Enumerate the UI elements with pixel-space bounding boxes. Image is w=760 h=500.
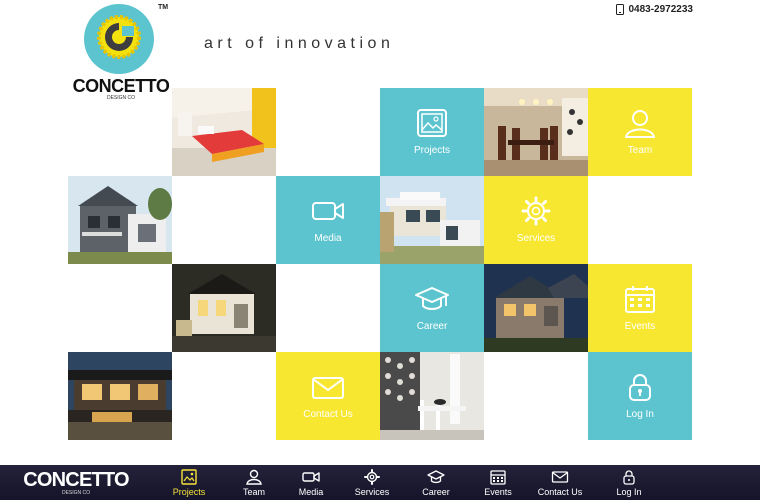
lock-icon [629, 374, 651, 401]
services-tile-label: Services [516, 233, 556, 244]
picture-icon [417, 109, 447, 137]
bottom-navbar: CONCETTO DESIGN CO Projects Team Media S… [0, 465, 760, 500]
person-icon [246, 469, 262, 485]
tile-grid: Projects Team Media Services Career Even… [68, 88, 693, 440]
graduation-cap-icon [427, 469, 445, 483]
nav-label-contact-us: Contact Us [537, 486, 583, 497]
navbar-logo[interactable]: CONCETTO DESIGN CO [0, 465, 152, 500]
modern-facade-photo[interactable] [68, 352, 172, 440]
brand-logo[interactable]: TM CONCETTO DESIGN CO [66, 4, 176, 101]
navbar-brand-subtitle: DESIGN CO [61, 489, 91, 496]
dusk-house-image [484, 264, 588, 352]
modern-villa-image [380, 176, 484, 264]
nav-item-team[interactable]: Team [226, 465, 282, 500]
calendar-icon [490, 469, 506, 485]
phone-number: 0483-2972233 [628, 4, 693, 15]
tagline: art of innovation [204, 35, 395, 52]
nav-item-contact-us[interactable]: Contact Us [528, 465, 592, 500]
dusk-house-photo[interactable] [484, 264, 588, 352]
team-tile[interactable]: Team [588, 88, 692, 176]
bedroom-image [172, 88, 276, 176]
nav-label-services: Services [354, 486, 390, 497]
log-in-tile-label: Log In [626, 409, 654, 420]
events-tile-label: Events [624, 321, 656, 332]
gear-icon [521, 196, 551, 226]
nav-label-career: Career [422, 486, 450, 497]
dining-room-photo[interactable] [484, 88, 588, 176]
team-tile-label: Team [627, 145, 653, 156]
contact-us-tile[interactable]: Contact Us [276, 352, 380, 440]
person-icon [624, 110, 656, 138]
interior-photo[interactable] [380, 352, 484, 440]
nav-label-projects: Projects [172, 486, 206, 497]
navbar-items: Projects Team Media Services Career Even… [152, 465, 666, 500]
brand-logo-mark [84, 4, 154, 74]
nav-item-services[interactable]: Services [340, 465, 404, 500]
services-tile[interactable]: Services [484, 176, 588, 264]
modern-facade-image [68, 352, 172, 440]
picture-icon [181, 468, 197, 485]
graduation-cap-icon [415, 287, 449, 310]
video-camera-icon [302, 471, 320, 482]
bedroom-photo[interactable] [172, 88, 276, 176]
envelope-icon [312, 377, 344, 399]
envelope-icon [551, 470, 569, 483]
house-exterior-photo[interactable] [68, 176, 172, 264]
nav-item-events[interactable]: Events [468, 465, 528, 500]
career-tile[interactable]: Career [380, 264, 484, 352]
projects-tile-label: Projects [413, 145, 451, 156]
log-in-tile[interactable]: Log In [588, 352, 692, 440]
media-tile[interactable]: Media [276, 176, 380, 264]
nav-item-career[interactable]: Career [404, 465, 468, 500]
mobile-phone-icon [616, 4, 625, 15]
events-tile[interactable]: Events [588, 264, 692, 352]
night-house-photo[interactable] [172, 264, 276, 352]
contact-phone[interactable]: 0483-2972233 [616, 4, 693, 15]
contact-us-tile-label: Contact Us [303, 409, 353, 420]
nav-label-log-in: Log In [616, 486, 642, 497]
nav-label-events: Events [484, 486, 512, 497]
nav-label-media: Media [298, 486, 324, 497]
navbar-brand-name: CONCETTO [23, 468, 129, 491]
night-house-image [172, 264, 276, 352]
nav-item-projects[interactable]: Projects [152, 465, 226, 500]
career-tile-label: Career [416, 321, 448, 332]
dining-room-image [484, 88, 588, 176]
trademark-mark: TM [158, 4, 169, 11]
interior-image [380, 352, 484, 440]
nav-item-media[interactable]: Media [282, 465, 340, 500]
modern-villa-photo[interactable] [380, 176, 484, 264]
video-camera-icon [312, 202, 344, 220]
gear-icon [364, 468, 380, 485]
lock-icon [623, 469, 635, 485]
media-tile-label: Media [314, 233, 342, 244]
house-exterior-image [68, 176, 172, 264]
nav-label-team: Team [242, 486, 265, 497]
calendar-icon [625, 286, 655, 313]
projects-tile[interactable]: Projects [380, 88, 484, 176]
nav-item-log-in[interactable]: Log In [592, 465, 666, 500]
